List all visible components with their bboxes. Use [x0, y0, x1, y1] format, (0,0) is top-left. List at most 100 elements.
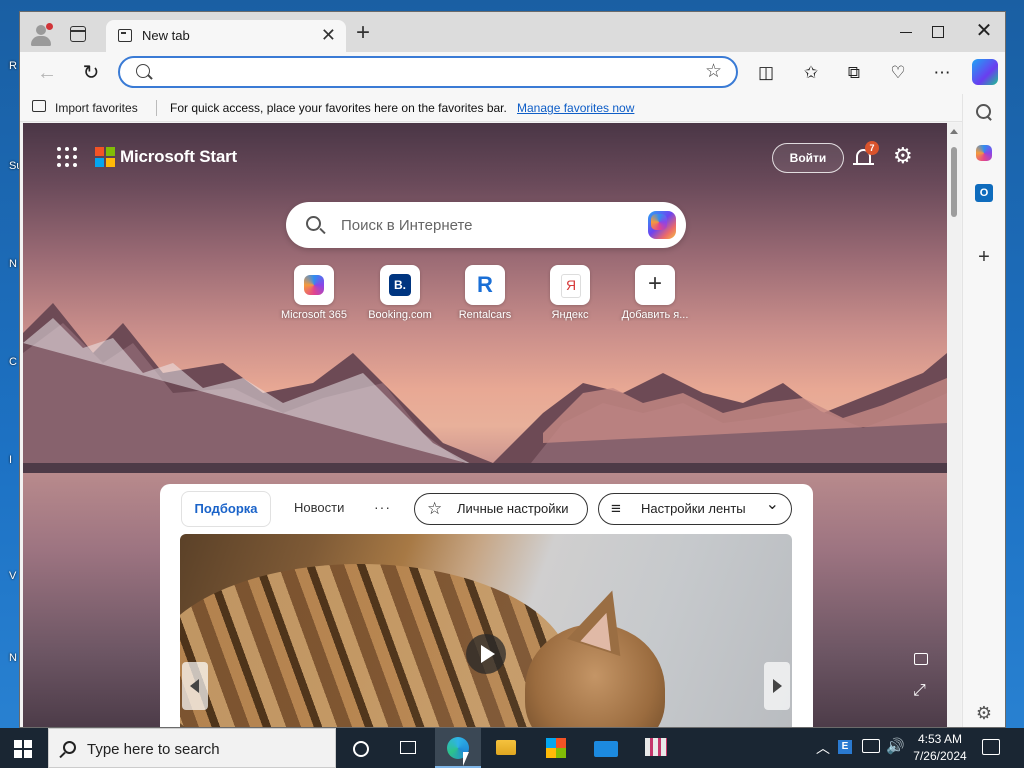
taskbar-search-input[interactable] [87, 738, 327, 760]
address-input[interactable] [160, 62, 690, 84]
back-button[interactable]: ← [34, 60, 60, 86]
action-center-icon[interactable] [982, 739, 1000, 755]
quick-link-label: Яндекс [551, 309, 589, 321]
tab-actions-icon[interactable] [70, 26, 86, 42]
title-bar: New tab ✕ + ✕ [20, 12, 1005, 52]
quick-link-booking[interactable]: Booking.com [357, 265, 443, 321]
more-icon[interactable]: ⋯ [930, 61, 954, 85]
edge-sidebar: + ⚙ [962, 94, 1005, 727]
search-icon [136, 64, 150, 78]
collections-icon[interactable]: ⧉ [842, 61, 866, 85]
copilot-icon[interactable] [972, 59, 998, 85]
import-favorites-button[interactable]: Import favorites [55, 101, 138, 115]
next-arrow-icon[interactable] [764, 662, 790, 710]
volume-icon[interactable]: 🔊 [886, 737, 905, 755]
sidebar-copilot-icon[interactable] [973, 142, 995, 164]
mouse-cursor-icon [463, 752, 469, 766]
microsoft-store-icon[interactable] [533, 728, 579, 768]
profile-button[interactable] [28, 22, 54, 48]
quick-link-label: Microsoft 365 [280, 309, 348, 321]
clock-date[interactable]: 7/26/2024 [912, 749, 968, 763]
page-scrollbar[interactable] [947, 123, 961, 727]
hero-video-card[interactable] [180, 534, 792, 727]
personalize-button[interactable]: Личные настройки [414, 493, 588, 525]
favorites-bar: Import favorites For quick access, place… [20, 94, 1005, 122]
quick-link-yandex[interactable]: Яндекс [527, 265, 613, 321]
desktop-icon-label: R [9, 60, 17, 72]
tray-app-icon[interactable]: E [838, 740, 852, 754]
desktop-icon-label: N [9, 258, 17, 270]
quick-link-label: Booking.com [368, 309, 432, 321]
previous-arrow-icon[interactable] [182, 662, 208, 710]
favorite-star-icon[interactable]: ☆ [705, 60, 722, 83]
sidebar-outlook-icon[interactable] [973, 182, 995, 204]
yandex-icon [550, 265, 590, 305]
address-bar[interactable]: ☆ [118, 56, 738, 88]
browser-essentials-icon[interactable]: ♡ [886, 61, 910, 85]
import-favorites-icon[interactable] [32, 100, 46, 112]
page-settings-icon[interactable]: ⚙ [893, 145, 913, 167]
profile-icon [36, 25, 46, 35]
apps-launcher-icon[interactable] [57, 147, 77, 167]
favorites-hint: For quick access, place your favorites h… [170, 101, 507, 115]
cat-image [180, 564, 570, 727]
feed-settings-button[interactable]: Настройки ленты [598, 490, 792, 525]
rentalcars-icon [465, 265, 505, 305]
expand-icon[interactable]: ⤢ [913, 683, 926, 699]
more-tabs-icon[interactable]: ··· [374, 499, 391, 515]
file-explorer-icon[interactable] [483, 728, 529, 768]
copilot-icon[interactable] [648, 211, 676, 239]
edge-taskbar-icon[interactable] [435, 728, 481, 768]
desktop-icon-label: V [9, 570, 17, 582]
maximize-button[interactable] [922, 19, 954, 45]
booking-icon [380, 265, 420, 305]
background-image-icon[interactable] [914, 653, 928, 665]
favorites-icon[interactable]: ✩ [799, 61, 823, 85]
play-icon[interactable] [466, 634, 506, 674]
clock-time[interactable]: 4:53 AM [912, 732, 968, 746]
web-search-input[interactable] [341, 214, 631, 236]
tab-close-icon[interactable]: ✕ [321, 26, 336, 44]
notification-count-badge: 7 [865, 141, 879, 155]
sign-in-button[interactable]: Войти [772, 143, 844, 173]
microsoft-logo-icon [95, 147, 115, 167]
profile-icon-body [31, 36, 51, 46]
quick-link-add[interactable]: Добавить я... [612, 265, 698, 321]
microsoft-365-icon [294, 265, 334, 305]
minimize-button[interactable] [890, 19, 922, 45]
quick-link-microsoft-365[interactable]: Microsoft 365 [271, 265, 357, 321]
sidebar-settings-icon[interactable]: ⚙ [973, 702, 995, 724]
task-view-icon[interactable] [385, 728, 431, 768]
tab-new-tab[interactable]: New tab ✕ [106, 20, 346, 52]
browser-window: New tab ✕ + ✕ ← ↻ ☆ ◫ ✩ ⧉ ♡ ⋯ Import fav… [19, 11, 1006, 728]
web-search-box[interactable] [286, 202, 686, 248]
taskbar-search-box[interactable] [48, 728, 336, 768]
tab-featured[interactable]: Подборка [181, 491, 271, 527]
brand-title: Microsoft Start [120, 147, 237, 166]
browser-toolbar: ← ↻ ☆ ◫ ✩ ⧉ ♡ ⋯ [20, 52, 1005, 94]
news-feed-panel: Подборка Новости ··· Личные настройки На… [160, 484, 813, 727]
new-tab-page-icon [118, 29, 132, 42]
manage-favorites-link[interactable]: Manage favorites now [517, 101, 634, 115]
refresh-button[interactable]: ↻ [78, 60, 104, 86]
windows-start-icon[interactable] [14, 740, 32, 758]
new-tab-button[interactable]: + [356, 21, 370, 45]
desktop-icon-label: I [9, 454, 13, 466]
mail-icon[interactable] [583, 728, 629, 768]
new-tab-page: Microsoft Start Войти 7 ⚙ Microsoft 365 … [23, 123, 947, 727]
split-screen-icon[interactable]: ◫ [754, 61, 778, 85]
scrollbar-thumb[interactable] [951, 147, 957, 217]
tab-news[interactable]: Новости [282, 491, 356, 527]
close-window-button[interactable]: ✕ [968, 19, 1000, 45]
add-icon [635, 265, 675, 305]
pinned-app-icon[interactable] [633, 728, 679, 768]
sidebar-search-icon[interactable] [973, 102, 995, 124]
cortana-icon[interactable] [337, 728, 383, 768]
scroll-up-icon[interactable] [950, 129, 958, 134]
desktop-icon-label: C [9, 356, 17, 368]
sidebar-add-icon[interactable]: + [973, 246, 995, 268]
favorites-divider [156, 100, 157, 116]
quick-link-rentalcars[interactable]: Rentalcars [442, 265, 528, 321]
network-icon[interactable] [862, 739, 880, 753]
show-hidden-icons-icon[interactable]: ︿ [816, 738, 830, 758]
